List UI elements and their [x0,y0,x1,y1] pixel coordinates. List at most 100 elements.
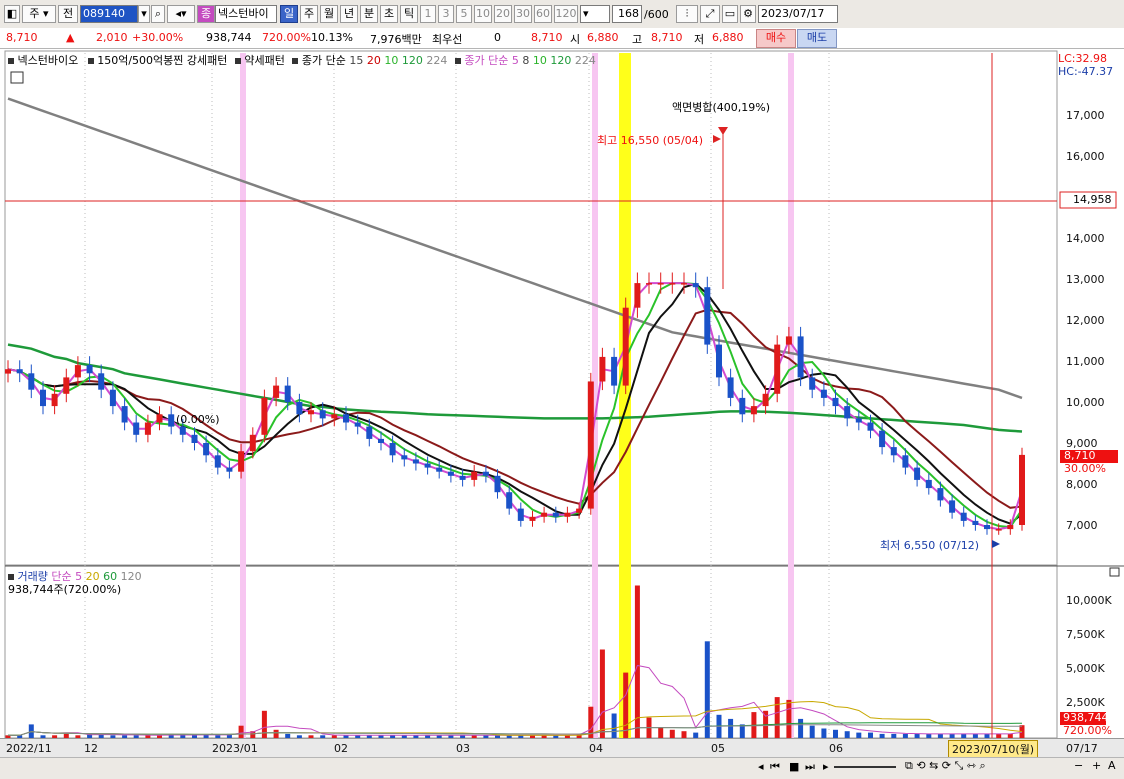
interval-10[interactable]: 10 [474,5,492,23]
volume-bar [728,718,734,738]
prev-button[interactable]: 전 [58,5,78,23]
candle-body [949,500,956,513]
candle-body [855,418,862,423]
tab-day[interactable]: 일 [280,5,298,23]
volume-bar [238,725,244,738]
sound-icon[interactable]: ◂▾ [167,5,195,23]
interval-30[interactable]: 30 [514,5,532,23]
draw-icon[interactable]: ⤢ [700,5,720,23]
zoom-out-icon[interactable]: − [1074,759,1083,772]
interval-1[interactable]: 1 [420,5,436,23]
volume-tick: 7,500K [1066,628,1105,641]
candle-body [226,467,233,472]
tab-week[interactable]: 주 [300,5,318,23]
high: 8,710 [651,31,683,44]
candle-body [156,414,163,423]
zoom-slider[interactable] [834,766,896,768]
legend-ma1: 종가 단순 [301,54,346,67]
price-legend: 넥스턴바이오 150억/500억봉찐 강세패턴 약세패턴 종가 단순 15 20… [8,52,596,68]
tab-tick[interactable]: 틱 [400,5,418,23]
scroll-left-icon[interactable]: ◂ [758,760,764,773]
prev-page-icon[interactable]: ⏮ [770,760,780,774]
bid: 0 [494,31,501,44]
count-input[interactable]: 168 [612,5,642,23]
code-dropdown-icon[interactable]: ▾ [138,5,150,23]
scroll-right-icon[interactable]: ▸ [823,760,829,773]
stock-name: 넥스턴바이 [215,5,277,23]
candle-body [739,397,746,415]
sell-button[interactable]: 매도 [797,29,837,48]
price-chart[interactable] [0,49,1124,761]
candle-body [354,422,361,427]
candle-body [716,344,722,378]
candle-body [51,393,58,407]
candle-body [273,385,280,398]
tab-year[interactable]: 년 [340,5,358,23]
high-annotation: 최고 16,550 (05/04) [597,134,704,147]
open: 6,880 [587,31,619,44]
tab-second[interactable]: 초 [380,5,398,23]
save-icon[interactable]: ▭ [722,5,738,23]
candle-body [319,410,326,419]
gear-icon[interactable]: ⚙ [740,5,756,23]
stop-icon[interactable]: ■ [789,760,799,773]
volume-value: 938,744주(720.00%) [8,583,122,596]
code-input[interactable]: 089140 [80,5,138,23]
chart-area[interactable]: 넥스턴바이오 150억/500억봉찐 강세패턴 약세패턴 종가 단순 15 20… [0,49,1124,761]
x-label: 2022/11 [6,742,52,755]
date-input[interactable]: 2023/07/17 [758,5,838,23]
panel-close-icon[interactable] [1109,567,1120,577]
last-volume-pct: 720.00% [1063,724,1112,737]
next-page-icon[interactable]: ⏭ [805,760,815,774]
legend-strong: 강세패턴 [186,54,228,67]
candle-body [552,512,559,517]
scroll-bar[interactable]: ◂ ⏮ ■ ⏭ ▸ ⧉ ⟲ ⇆ ⟳ ⤡ ⇿ ⌕ − + A [0,757,1124,779]
candle-body [1019,454,1025,525]
quote-bar: 8,710 ▲ 2,010 +30.00% 938,744 720.00% 10… [0,28,1124,49]
interval-120[interactable]: 120 [554,5,578,23]
change-pct: +30.00% [132,31,184,44]
candle-body [401,455,408,460]
market-select[interactable]: 주 ▾ [22,5,56,23]
legend-ma2: 종가 단순 [464,54,509,67]
text-icon[interactable]: A [1108,759,1116,772]
candle-body [1007,525,1014,530]
crosshair-price: 14,958 [1073,193,1112,206]
tab-minute[interactable]: 분 [360,5,378,23]
interval-5[interactable]: 5 [456,5,472,23]
legend-ma2-224: 224 [574,54,596,67]
candle-body [366,426,373,439]
interval-3[interactable]: 3 [438,5,454,23]
candle-body [995,529,1002,531]
interval-60[interactable]: 60 [534,5,552,23]
volume-ratio: 720.00% [262,31,311,44]
candle-body [750,406,757,415]
grid-icon[interactable] [10,71,24,84]
zoom-in-icon[interactable]: + [1092,759,1101,772]
legend-ma2-5: 5 [511,54,519,67]
low-label: 저 [694,33,705,46]
buy-button[interactable]: 매수 [756,29,796,48]
interval-20[interactable]: 20 [494,5,512,23]
legend-weak: 약세패턴 [244,54,285,67]
volume-bar [658,727,664,738]
candle-body [704,287,711,345]
candle-body [669,283,676,285]
tab-month[interactable]: 월 [320,5,338,23]
candle-body [168,414,175,427]
menu-icon[interactable]: ◧ [4,5,20,23]
candle-body [436,467,443,472]
favorite-icon[interactable]: 종 [197,5,215,23]
bid-label: 최우선 [432,33,463,46]
interval-custom[interactable]: ▾ [580,5,610,23]
candle-body [902,455,909,468]
candle-icon[interactable]: ⫶ [676,5,698,23]
tool-icons[interactable]: ⧉ ⟲ ⇆ ⟳ ⤡ ⇿ ⌕ [905,759,986,773]
legend-name: 넥스턴바이오 [17,54,79,67]
search-icon[interactable]: ⌕ [151,5,165,23]
last-pct: 30.00% [1064,462,1106,475]
x-label: 06 [829,742,843,755]
candle-body [879,430,886,448]
candle-body [40,389,46,407]
candle-body [692,283,699,288]
